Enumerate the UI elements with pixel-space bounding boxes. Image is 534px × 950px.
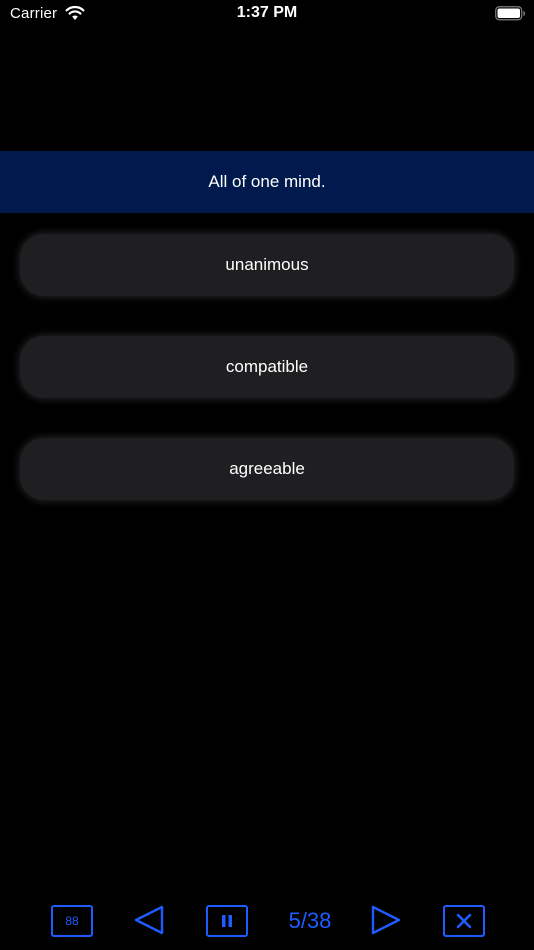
question-text: All of one mind. bbox=[208, 172, 326, 191]
progress-counter: 5/38 bbox=[288, 908, 332, 933]
status-bar: Carrier 1:37 PM bbox=[0, 0, 534, 28]
pause-icon bbox=[206, 905, 248, 937]
answer-option-label: compatible bbox=[225, 357, 309, 376]
clock: 1:37 PM bbox=[236, 4, 298, 21]
battery-icon bbox=[495, 6, 525, 21]
next-button[interactable] bbox=[369, 903, 403, 942]
pause-button[interactable] bbox=[206, 905, 248, 937]
grid-icon: 88 bbox=[51, 905, 93, 937]
previous-button[interactable] bbox=[132, 903, 166, 942]
grid-button-label: 88 bbox=[65, 914, 79, 928]
answer-option[interactable]: unanimous bbox=[20, 234, 514, 296]
answer-option-label: unanimous bbox=[225, 255, 309, 274]
answer-option[interactable]: agreeable bbox=[20, 438, 514, 500]
triangle-left-icon bbox=[134, 905, 164, 935]
triangle-right-icon bbox=[371, 905, 401, 935]
question-banner: All of one mind. bbox=[0, 151, 534, 213]
answer-option[interactable]: compatible bbox=[20, 336, 514, 398]
close-button[interactable] bbox=[443, 905, 485, 937]
bottom-toolbar: 88 5/38 bbox=[0, 898, 534, 944]
close-icon bbox=[443, 905, 485, 937]
grid-button[interactable]: 88 bbox=[51, 905, 93, 937]
answer-option-label: agreeable bbox=[229, 459, 305, 478]
